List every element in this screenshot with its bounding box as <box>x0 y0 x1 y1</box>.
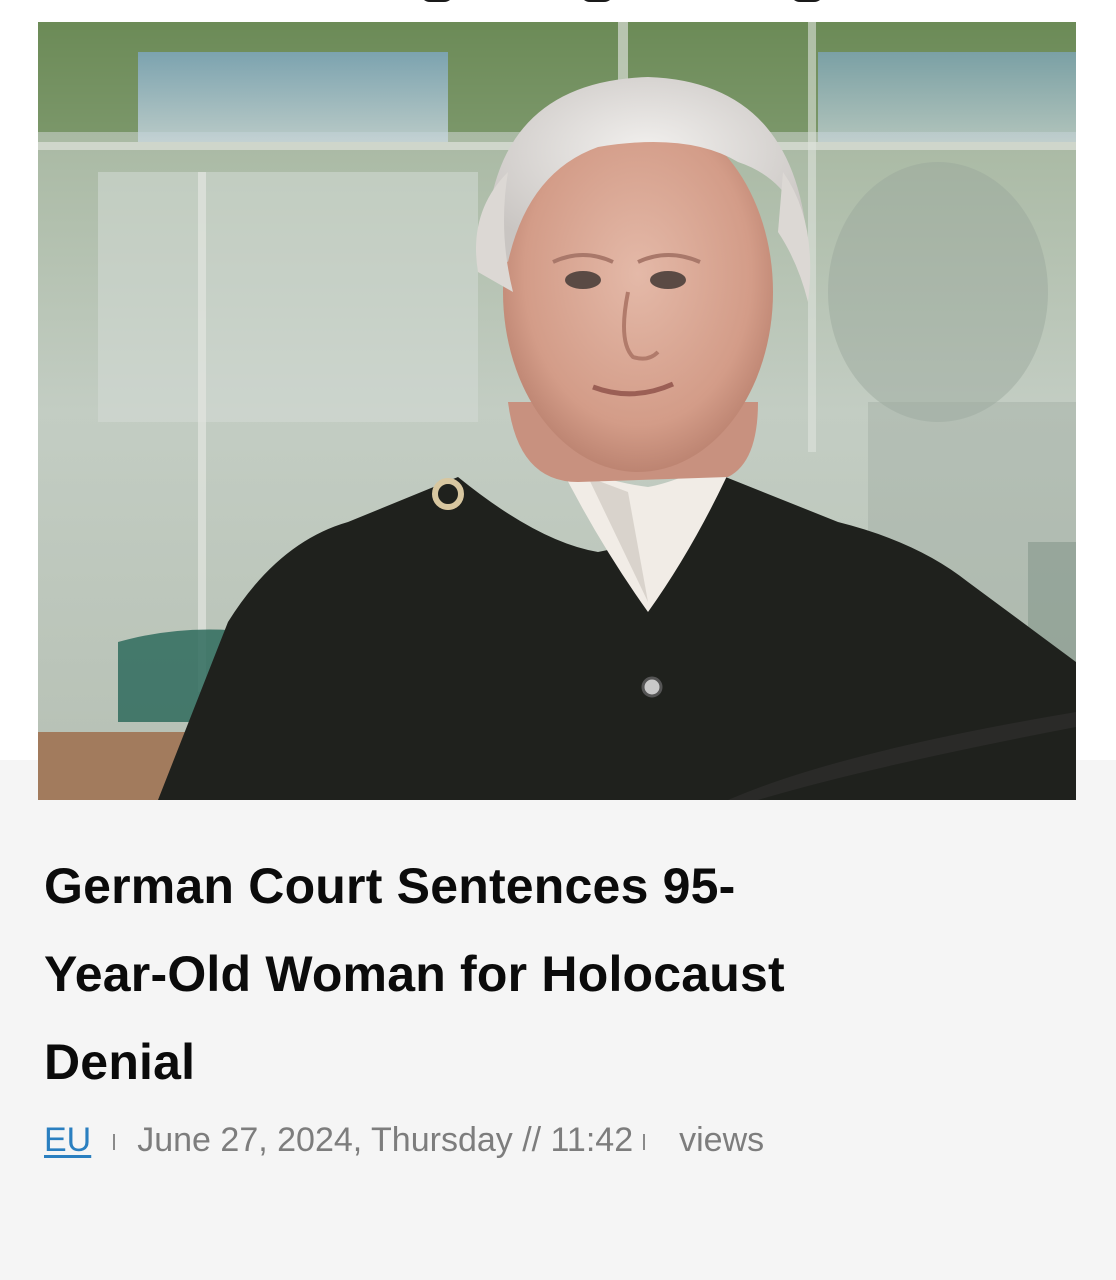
headline-line-1: German Court Sentences 95- <box>44 858 736 914</box>
headline-line-2: Year-Old Woman for Holocaust <box>44 946 785 1002</box>
views-label: views <box>679 1120 765 1159</box>
article-page: German Court Sentences 95- Year-Old Woma… <box>0 0 1116 1280</box>
headline-line-3: Denial <box>44 1034 196 1090</box>
publish-date: June 27, 2024, Thursday // 11:42 <box>137 1120 634 1159</box>
article-meta: EU June 27, 2024, Thursday // 11:42 view… <box>44 1118 764 1162</box>
photo-illustration <box>38 22 1076 800</box>
meta-separator <box>113 1134 116 1150</box>
article-headline[interactable]: German Court Sentences 95- Year-Old Woma… <box>44 842 1054 1106</box>
article-photo[interactable] <box>38 22 1076 800</box>
category-link[interactable]: EU <box>44 1121 91 1160</box>
meta-separator <box>643 1134 646 1150</box>
cutoff-text-fragment <box>420 0 840 6</box>
